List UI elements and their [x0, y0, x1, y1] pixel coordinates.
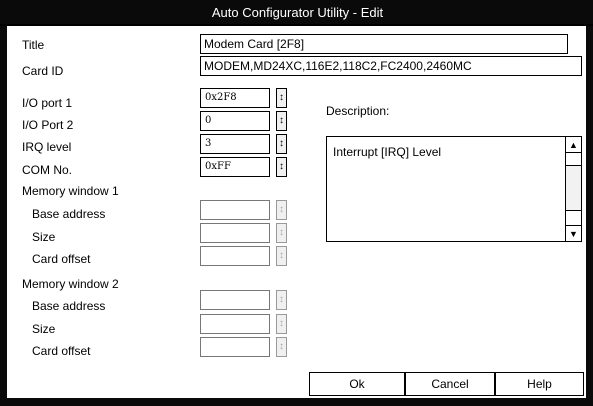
scroll-down-icon[interactable]: ▼ — [566, 225, 581, 241]
mem1-card-offset-field[interactable] — [200, 246, 270, 266]
io-port-2-label: I/O Port 2 — [22, 118, 74, 132]
description-scrollbar[interactable]: ▲ ▼ — [565, 137, 581, 241]
mem2-base-address-label: Base address — [32, 299, 106, 313]
mem2-card-offset-field[interactable] — [200, 337, 270, 357]
window-right-border — [586, 26, 593, 406]
title-bar: Auto Configurator Utility - Edit — [0, 0, 593, 26]
mem2-offset-spin-icon[interactable]: ↕ — [276, 337, 287, 357]
mem2-base-address-field[interactable] — [200, 290, 270, 310]
mem2-size-field[interactable] — [200, 314, 270, 334]
memory-window-1-label: Memory window 1 — [22, 184, 119, 198]
mem2-size-label: Size — [32, 322, 56, 336]
window-title: Auto Configurator Utility - Edit — [211, 5, 384, 20]
mem1-card-offset-label: Card offset — [32, 252, 91, 266]
com-no-label: COM No. — [22, 163, 73, 177]
card-id-field[interactable]: MODEM,MD24XC,116E2,118C2,FC2400,2460MC — [200, 56, 582, 76]
io-port-1-label: I/O port 1 — [22, 96, 73, 110]
title-label: Title — [22, 38, 45, 52]
mem1-base-address-field[interactable] — [200, 200, 270, 220]
mem2-base-spin-icon[interactable]: ↕ — [276, 290, 287, 310]
cancel-button[interactable]: Cancel — [405, 372, 495, 396]
mem1-base-spin-icon[interactable]: ↕ — [276, 200, 287, 220]
mem2-card-offset-label: Card offset — [32, 344, 91, 358]
irq-level-field[interactable]: 3 — [200, 134, 270, 154]
description-box[interactable]: Interrupt [IRQ] Level ▲ ▼ — [326, 136, 582, 242]
mem1-size-spin-icon[interactable]: ↕ — [276, 223, 287, 243]
com-no-field[interactable]: 0xFF — [200, 157, 270, 177]
mem1-offset-spin-icon[interactable]: ↕ — [276, 246, 287, 266]
io-port-1-field[interactable]: 0x2F8 — [200, 88, 270, 108]
window-bottom-border — [0, 398, 593, 406]
description-label: Description: — [326, 104, 390, 118]
card-id-label: Card ID — [22, 64, 64, 78]
io-port-2-spin-icon[interactable]: ↕ — [276, 111, 287, 131]
mem2-size-spin-icon[interactable]: ↕ — [276, 314, 287, 334]
scroll-thumb[interactable] — [566, 165, 581, 211]
scroll-up-icon[interactable]: ▲ — [566, 137, 581, 153]
irq-level-spin-icon[interactable]: ↕ — [276, 134, 287, 154]
window-left-border — [0, 26, 7, 406]
mem1-size-label: Size — [32, 230, 56, 244]
io-port-1-spin-icon[interactable]: ↕ — [276, 88, 287, 108]
help-button[interactable]: Help — [495, 372, 584, 396]
memory-window-2-label: Memory window 2 — [22, 277, 119, 291]
com-no-spin-icon[interactable]: ↕ — [276, 157, 287, 177]
io-port-2-field[interactable]: 0 — [200, 111, 270, 131]
irq-level-label: IRQ level — [22, 140, 72, 154]
description-text: Interrupt [IRQ] Level — [333, 145, 442, 159]
mem1-base-address-label: Base address — [32, 207, 106, 221]
title-field[interactable]: Modem Card [2F8] — [200, 34, 568, 54]
mem1-size-field[interactable] — [200, 223, 270, 243]
ok-button[interactable]: Ok — [309, 372, 405, 396]
